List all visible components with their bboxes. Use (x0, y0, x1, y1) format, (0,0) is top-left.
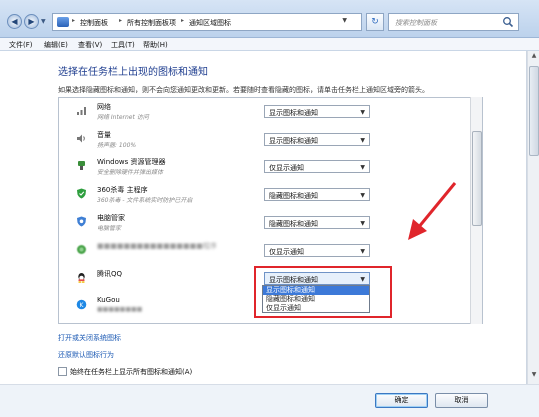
window-scrollbar[interactable]: ▲ ▼ (527, 51, 539, 384)
item-title: 音量 (97, 131, 111, 139)
list-item: 网络 网络 Internet 访问 显示图标和通知 ▼ (59, 100, 469, 128)
usb-icon (78, 161, 85, 170)
select-value: 隐藏图标和通知 (269, 220, 318, 228)
restore-default-behavior-link[interactable]: 还原默认图标行为 (58, 350, 114, 360)
item-subtitle: 网络 Internet 访问 (97, 114, 149, 121)
chevron-down-icon: ▼ (360, 220, 365, 227)
item-title: 网络 (97, 103, 111, 111)
ok-button[interactable]: 确定 (375, 393, 428, 408)
select-value: 显示图标和通知 (269, 109, 318, 117)
item-title: 360杀毒 主程序 (97, 186, 148, 194)
item-subtitle: 电脑管家 (97, 225, 122, 232)
network-icon (77, 107, 86, 115)
menu-view[interactable]: 查看(V) (78, 40, 102, 50)
select-value: 隐藏图标和通知 (269, 192, 318, 200)
control-panel-window: ◀ ▶ ▼ ▸ 控制面板 ▸ 所有控制面板项 ▸ 通知区域图标 ▼ ↻ 搜索控制… (0, 0, 539, 417)
list-item: 音量 扬声器: 100% 显示图标和通知 ▼ (59, 128, 469, 156)
instruction-text: 如果选择隐藏图标和通知，则不会向您通知更改和更新。若要随时查看隐藏的图标，请单击… (58, 86, 429, 94)
annotation-arrow-icon (408, 182, 457, 240)
item-subtitle: 安全删除硬件并弹出媒体 (97, 169, 164, 176)
item-subtitle: 360杀毒 - 文件系统实时防护已开启 (97, 197, 193, 204)
toggle-system-icons-link[interactable]: 打开或关闭系统图标 (58, 333, 121, 343)
scroll-thumb[interactable] (529, 66, 539, 156)
behavior-select[interactable]: 显示图标和通知 ▼ (264, 133, 370, 146)
show-all-icons-label: 始终在任务栏上显示所有图标和通知(A) (70, 368, 193, 376)
behavior-select[interactable]: 显示图标和通知 ▼ (264, 105, 370, 118)
scroll-down-icon[interactable]: ▼ (529, 371, 539, 381)
behavior-select[interactable]: 仅显示通知 ▼ (264, 244, 370, 257)
chevron-down-icon: ▼ (360, 109, 365, 116)
app-icon (77, 245, 86, 254)
behavior-select[interactable]: 仅显示通知 ▼ (264, 160, 370, 173)
search-placeholder: 搜索控制面板 (395, 19, 437, 27)
address-toolbar: ◀ ▶ ▼ ▸ 控制面板 ▸ 所有控制面板项 ▸ 通知区域图标 ▼ ↻ 搜索控制… (0, 0, 539, 38)
page-title: 选择在任务栏上出现的图标和通知 (58, 67, 208, 78)
address-dropdown-icon[interactable]: ▼ (342, 17, 347, 24)
select-value: 仅显示通知 (269, 164, 304, 172)
item-title: ■■■■■■■■■■■■■■■■程序 (97, 242, 217, 250)
item-title: 电脑管家 (97, 214, 125, 222)
behavior-select[interactable]: 隐藏图标和通知 ▼ (264, 216, 370, 229)
address-bar[interactable]: ▸ 控制面板 ▸ 所有控制面板项 ▸ 通知区域图标 ▼ (52, 13, 362, 31)
item-title: Windows 资源管理器 (97, 158, 166, 166)
breadcrumb-control-panel[interactable]: 控制面板 (80, 18, 108, 28)
select-value: 显示图标和通知 (269, 137, 318, 145)
breadcrumb-notification-icons[interactable]: 通知区域图标 (189, 18, 231, 28)
cancel-button[interactable]: 取消 (435, 393, 488, 408)
control-panel-icon (57, 17, 69, 27)
chevron-down-icon: ▼ (360, 248, 365, 255)
show-all-icons-checkbox[interactable] (58, 367, 67, 376)
menu-edit[interactable]: 编辑(E) (44, 40, 68, 50)
list-scroll-thumb[interactable] (472, 131, 482, 226)
menu-tools[interactable]: 工具(T) (111, 40, 135, 50)
item-subtitle: 扬声器: 100% (97, 142, 137, 149)
select-value: 仅显示通知 (269, 248, 304, 256)
breadcrumb-separator[interactable]: ▸ (181, 17, 184, 24)
scroll-up-icon[interactable]: ▲ (529, 52, 539, 62)
menu-file[interactable]: 文件(F) (9, 40, 33, 50)
chevron-down-icon: ▼ (360, 137, 365, 144)
pc-manager-icon (77, 216, 86, 227)
forward-button[interactable]: ▶ (24, 14, 39, 29)
search-icon[interactable] (502, 16, 514, 28)
qq-icon (78, 273, 85, 283)
breadcrumb-separator[interactable]: ▸ (119, 17, 122, 24)
chevron-down-icon: ▼ (360, 192, 365, 199)
list-item: Windows 资源管理器 安全删除硬件并弹出媒体 仅显示通知 ▼ (59, 155, 469, 183)
item-title: KuGou (97, 296, 120, 304)
recent-pages-dropdown[interactable]: ▼ (41, 16, 49, 28)
volume-icon (77, 134, 85, 143)
item-subtitle: ■■■■■■■■ (97, 306, 143, 313)
menu-help[interactable]: 帮助(H) (143, 40, 168, 50)
list-scrollbar[interactable] (470, 97, 482, 324)
menu-bar: 文件(F) 编辑(E) 查看(V) 工具(T) 帮助(H) (0, 38, 539, 51)
shield-360-icon (77, 188, 86, 199)
item-title: 腾讯QQ (97, 270, 123, 278)
kugou-icon: K (76, 299, 87, 310)
behavior-select[interactable]: 隐藏图标和通知 ▼ (264, 188, 370, 201)
back-button[interactable]: ◀ (7, 14, 22, 29)
annotation-highlight-box (254, 266, 392, 318)
breadcrumb-all-items[interactable]: 所有控制面板项 (127, 18, 176, 28)
refresh-button[interactable]: ↻ (366, 13, 384, 31)
search-input[interactable]: 搜索控制面板 (388, 13, 519, 31)
chevron-down-icon: ▼ (360, 164, 365, 171)
breadcrumb-separator[interactable]: ▸ (72, 17, 75, 24)
